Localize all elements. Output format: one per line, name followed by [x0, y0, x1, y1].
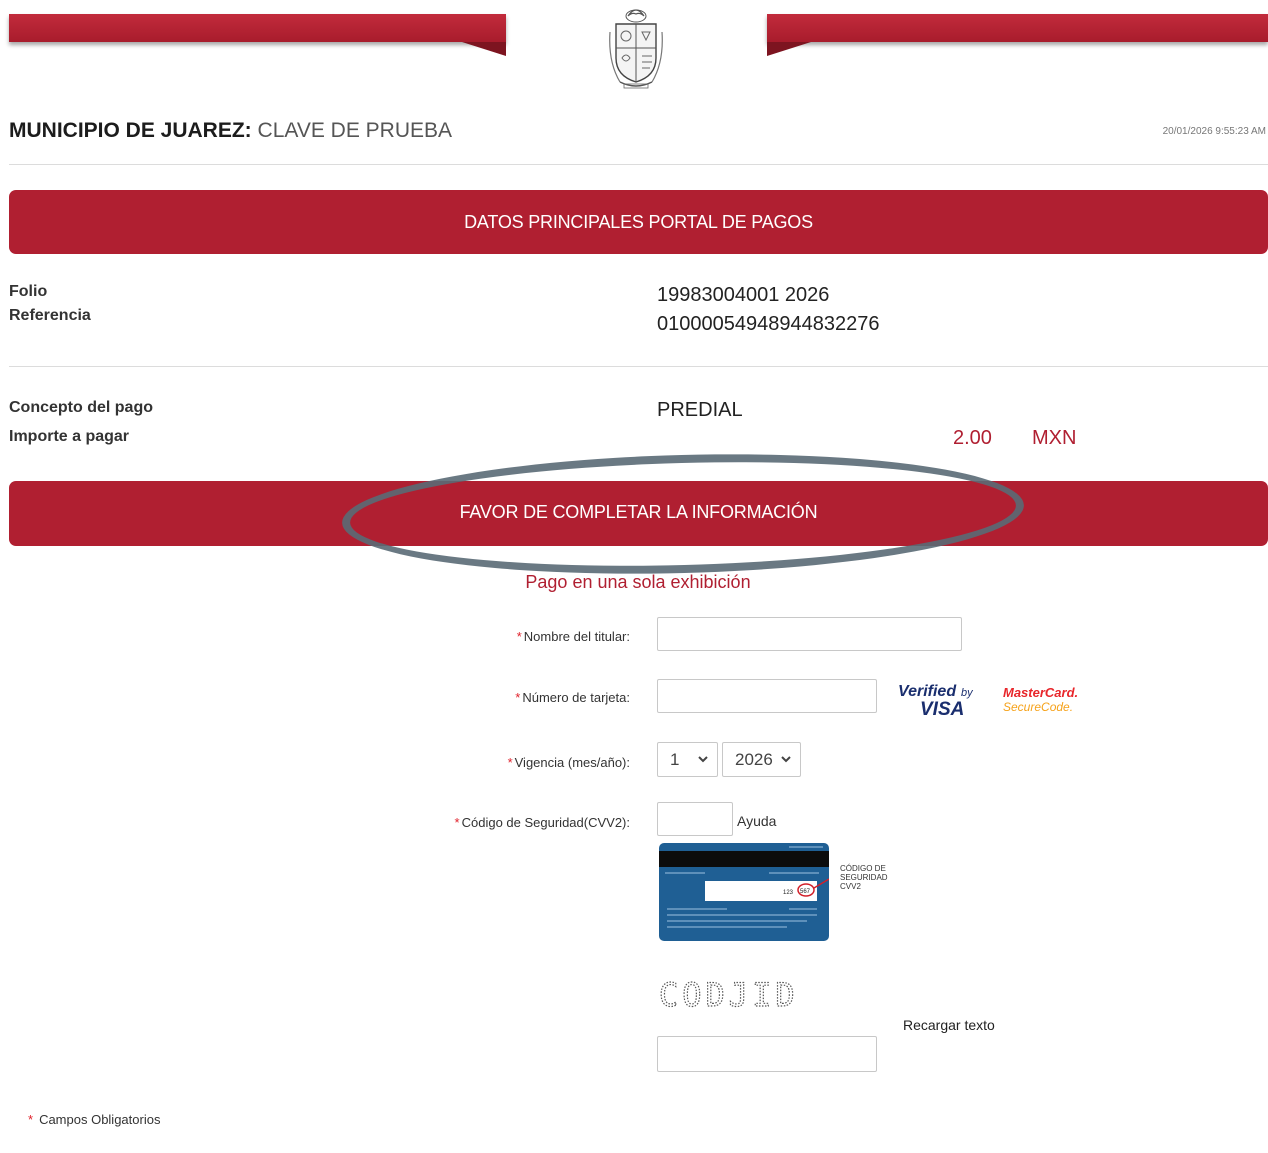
- header-ribbon-left: [9, 14, 506, 42]
- divider: [9, 366, 1268, 367]
- folio-label: Folio: [9, 283, 48, 300]
- currency-label: MXN: [1032, 427, 1077, 449]
- header-ribbon-fold-left: [462, 42, 506, 56]
- expiry-year-select[interactable]: 2026: [722, 742, 801, 777]
- section-banner-form: FAVOR DE COMPLETAR LA INFORMACIÓN: [9, 481, 1268, 546]
- card-back-cvv-illustration: 123 567: [659, 843, 829, 941]
- cvv-input[interactable]: [657, 802, 733, 836]
- header-ribbon-right: [767, 14, 1268, 42]
- timestamp: 20/01/2026 9:55:23 AM: [1162, 126, 1266, 137]
- required-asterisk: *: [516, 629, 522, 644]
- concepto-label: Concepto del pago: [9, 399, 153, 416]
- required-asterisk: *: [454, 815, 460, 830]
- org-name: MUNICIPIO DE JUAREZ:: [9, 119, 252, 142]
- holder-name-label: * Nombre del titular:: [516, 629, 630, 644]
- required-asterisk: *: [28, 1112, 34, 1127]
- header-ribbon-fold-right: [767, 42, 811, 56]
- svg-text:Verified: Verified: [898, 683, 957, 700]
- referencia-label: Referencia: [9, 307, 91, 324]
- svg-text:VISA: VISA: [920, 699, 964, 720]
- expiry-month-value: 1: [670, 750, 680, 769]
- divider: [9, 164, 1268, 165]
- card-number-input[interactable]: [657, 679, 877, 713]
- svg-text:by: by: [961, 687, 974, 699]
- municipal-crest-logo: [609, 9, 663, 89]
- cvv-label: * Código de Seguridad(CVV2):: [454, 815, 630, 830]
- required-asterisk: *: [507, 755, 513, 770]
- required-fields-note: * Campos Obligatorios: [28, 1112, 161, 1127]
- importe-label: Importe a pagar: [9, 428, 130, 445]
- chevron-down-icon: [698, 756, 708, 763]
- captcha-input[interactable]: [657, 1036, 877, 1072]
- referencia-value: 01000054948944832276: [657, 313, 880, 335]
- page-title: MUNICIPIO DE JUAREZ: CLAVE DE PRUEBA: [9, 119, 452, 143]
- payment-subtitle: Pago en una sola exhibición: [525, 572, 751, 592]
- verified-by-visa-logo: Verified by VISA: [898, 683, 974, 720]
- svg-text:567: 567: [800, 889, 811, 895]
- concepto-value: PREDIAL: [657, 399, 743, 421]
- expiry-label: * Vigencia (mes/año):: [507, 755, 630, 770]
- clave-text: CLAVE DE PRUEBA: [257, 119, 453, 142]
- importe-value: 2.00: [953, 427, 992, 449]
- svg-text:CODJID: CODJID: [659, 978, 799, 1012]
- mastercard-securecode-logo: MasterCard. SecureCode.: [1003, 685, 1078, 714]
- svg-text:SecureCode.: SecureCode.: [1003, 700, 1073, 714]
- folio-value: 19983004001 2026: [657, 284, 830, 306]
- holder-name-input[interactable]: [657, 617, 962, 651]
- expiry-month-select[interactable]: 1: [657, 742, 718, 777]
- cvv-help-caption: CÓDIGO DE SEGURIDAD CVV2: [840, 864, 888, 891]
- captcha-image: CODJID: [658, 978, 799, 1012]
- svg-text:MasterCard.: MasterCard.: [1003, 685, 1078, 700]
- chevron-down-icon: [781, 756, 791, 763]
- svg-text:123: 123: [783, 890, 794, 896]
- reload-captcha-link[interactable]: Recargar texto: [903, 1017, 995, 1033]
- required-asterisk: *: [515, 690, 521, 705]
- card-number-label: * Número de tarjeta:: [515, 690, 630, 705]
- expiry-year-value: 2026: [735, 750, 773, 769]
- section-banner-main: DATOS PRINCIPALES PORTAL DE PAGOS: [9, 190, 1268, 254]
- help-link[interactable]: Ayuda: [737, 813, 776, 829]
